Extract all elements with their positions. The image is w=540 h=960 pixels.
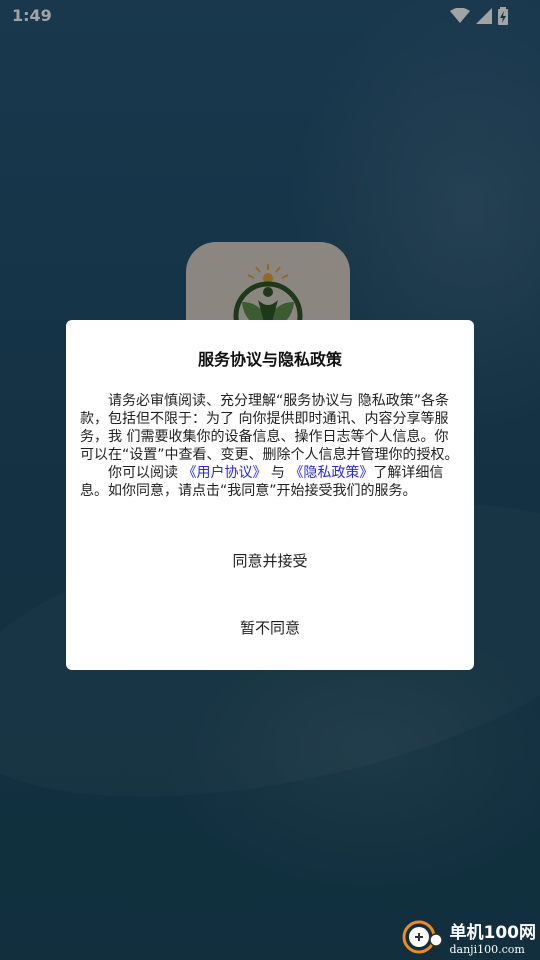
user-agreement-link[interactable]: 《用户协议》 (182, 465, 266, 481)
watermark-text: 单机100网 danji100.com (450, 923, 537, 956)
dialog-title: 服务协议与隐私政策 (197, 350, 342, 369)
and-text: 与 (270, 465, 285, 481)
privacy-policy-link[interactable]: 《隐私政策》 (289, 465, 373, 481)
dialog-paragraph-2: 你可以阅读 《用户协议》 与 《隐私政策》了解详细信息。如你同意，请点击“我同意… (80, 464, 460, 500)
agree-button[interactable]: 同意并接受 (66, 540, 474, 580)
watermark-name: 单机100网 (449, 922, 537, 943)
dialog-paragraph-1: 请务必审慎阅读、充分理解“服务协议与 隐私政策”各条款，包括但不限于：为了 向你… (80, 393, 459, 463)
paragraph-2-prefix: 你可以阅读 (108, 465, 178, 481)
danji100-logo-icon (402, 920, 446, 958)
disagree-button[interactable]: 暂不同意 (66, 607, 474, 647)
watermark: 单机100网 danji100.com (402, 920, 537, 958)
watermark-url: danji100.com (449, 942, 525, 956)
privacy-dialog: 服务协议与隐私政策 请务必审慎阅读、充分理解“服务协议与 隐私政策”各条款，包括… (66, 320, 474, 670)
dialog-body: 请务必审慎阅读、充分理解“服务协议与 隐私政策”各条款，包括但不限于：为了 向你… (80, 392, 460, 500)
